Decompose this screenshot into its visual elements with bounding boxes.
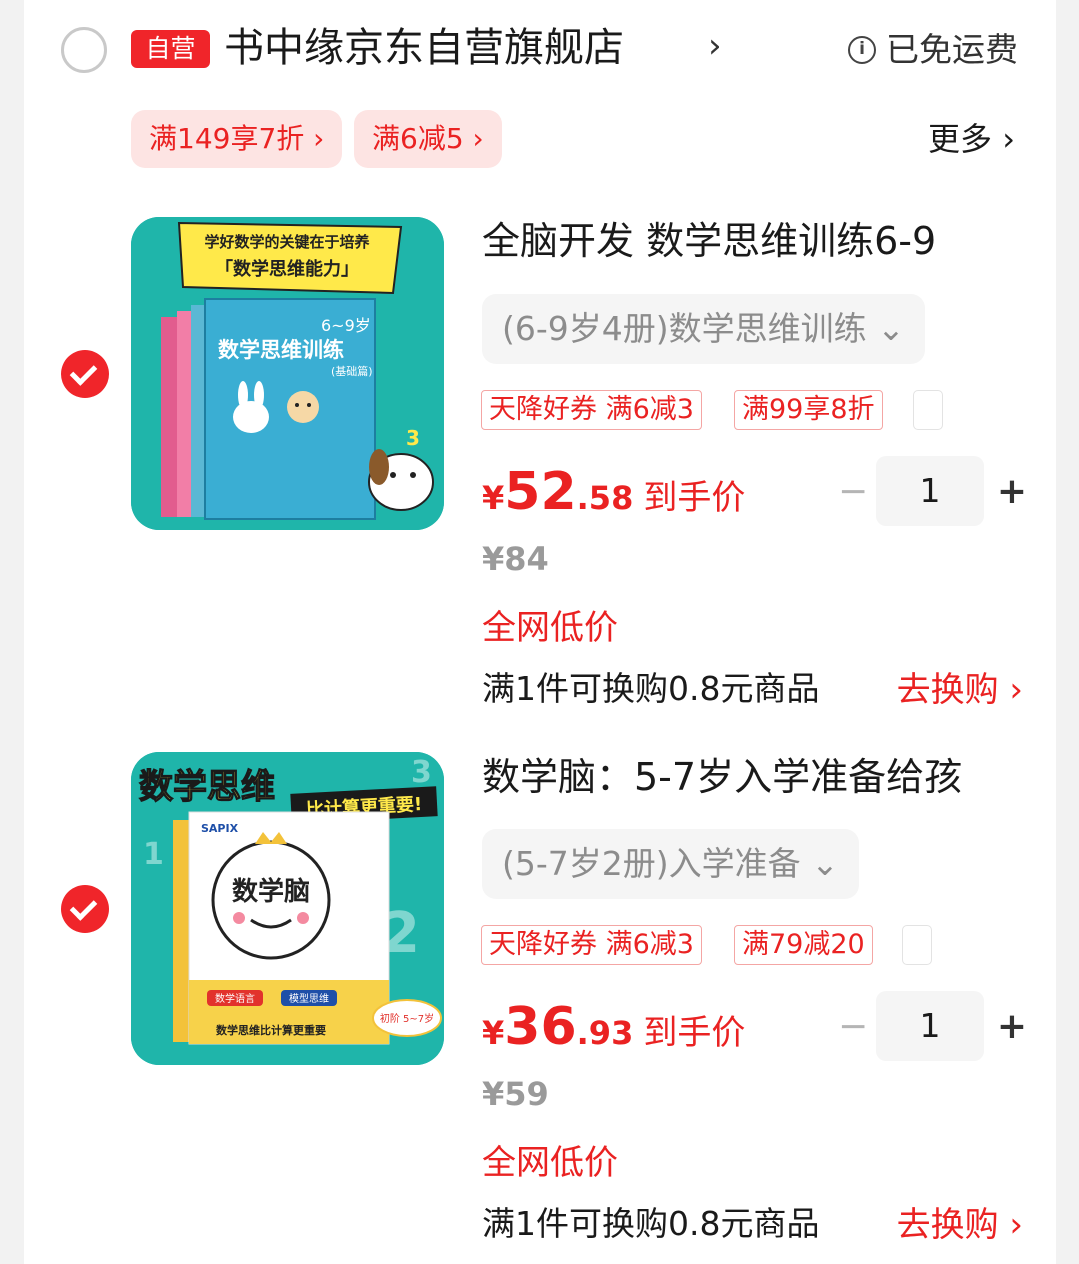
svg-text:1: 1	[143, 837, 164, 872]
price-integer: 52	[504, 462, 577, 522]
exchange-offer-text: 满1件可换购0.8元商品	[482, 1204, 820, 1243]
shop-name-text: 书中缘京东自营旗舰店	[224, 25, 624, 71]
book-cover-art: 学好数学的关键在于培养 「数学思维能力」 6~9岁 数学思维训练 (基础篇) 3	[131, 217, 444, 530]
cover-tagline: 数学思维比计算更重要	[216, 1023, 326, 1037]
chevron-right-icon[interactable]: ›	[708, 26, 722, 66]
product-image[interactable]: 数学思维 比计算更重要! 1 2 3 SAPIX 数学脑 数学语言 模型思维 数…	[131, 752, 444, 1065]
price-decimal: .58	[576, 479, 634, 517]
empty-tag-slot	[902, 925, 932, 965]
discount-tag: 满79减20	[734, 925, 873, 965]
book-cover-art: 数学思维 比计算更重要! 1 2 3 SAPIX 数学脑 数学语言 模型思维 数…	[131, 752, 444, 1065]
price-currency: ¥	[482, 479, 505, 517]
coupon-tag: 天降好券 满6减3	[481, 390, 702, 430]
original-price: ¥59	[482, 1075, 549, 1113]
cover-book-title: 数学思维训练	[218, 338, 344, 362]
cover-brand: SAPIX	[201, 822, 239, 835]
final-price: ¥ 36 .93 到手价	[482, 997, 745, 1057]
cover-headline: 数学思维	[139, 767, 275, 807]
shop-select-checkbox[interactable]	[61, 27, 107, 73]
lowest-price-label: 全网低价	[482, 1143, 618, 1183]
cover-chip2: 模型思维	[289, 992, 329, 1005]
cover-book-title: 数学脑	[232, 876, 310, 907]
increase-button[interactable]: +	[992, 1006, 1032, 1047]
price-currency: ¥	[482, 1014, 505, 1052]
more-promos-link[interactable]: 更多 ›	[928, 114, 1015, 164]
cover-sub: (基础篇)	[331, 364, 373, 378]
price-label: 到手价	[643, 478, 746, 518]
cover-age: 6~9岁	[321, 316, 371, 335]
shipping-status[interactable]: i 已免运费	[848, 26, 1018, 74]
promo-chip-discount[interactable]: 满149享7折 ›	[131, 110, 343, 168]
quantity-stepper: − 1 +	[838, 991, 1032, 1061]
promo-chip-reduction[interactable]: 满6减5 ›	[354, 110, 502, 168]
cover-banner-line2: 「数学思维能力」	[215, 258, 359, 280]
product-image[interactable]: 学好数学的关键在于培养 「数学思维能力」 6~9岁 数学思维训练 (基础篇) 3	[131, 217, 444, 530]
self-operated-badge: 自营	[131, 30, 210, 68]
quantity-input[interactable]: 1	[876, 991, 984, 1061]
coupon-tag: 天降好券 满6减3	[481, 925, 702, 965]
empty-tag-slot	[913, 390, 943, 430]
price-decimal: .93	[576, 1014, 634, 1052]
discount-tag: 满99享8折	[734, 390, 883, 430]
product-title[interactable]: 全脑开发 数学思维训练6-9	[482, 214, 1022, 268]
svg-text:3: 3	[406, 426, 420, 450]
quantity-input[interactable]: 1	[876, 456, 984, 526]
price-label: 到手价	[643, 1013, 746, 1053]
product-title[interactable]: 数学脑：5-7岁入学准备给孩	[482, 750, 1022, 804]
cover-chip1: 数学语言	[215, 992, 255, 1005]
exchange-offer-text: 满1件可换购0.8元商品	[482, 669, 820, 708]
increase-button[interactable]: +	[992, 471, 1032, 512]
decrease-button[interactable]: −	[838, 1006, 868, 1047]
item-select-checkbox[interactable]	[61, 350, 109, 398]
lowest-price-label: 全网低价	[482, 608, 618, 648]
original-price: ¥84	[482, 540, 549, 578]
final-price: ¥ 52 .58 到手价	[482, 462, 745, 522]
decrease-button[interactable]: −	[838, 471, 868, 512]
shipping-text: 已免运费	[886, 30, 1018, 69]
quantity-stepper: − 1 +	[838, 456, 1032, 526]
go-exchange-link[interactable]: 去换购 ›	[897, 1197, 1023, 1246]
info-icon[interactable]: i	[848, 36, 876, 64]
variant-selector[interactable]: (6-9岁4册)数学思维训练 ⌄	[482, 294, 925, 364]
variant-selector[interactable]: (5-7岁2册)入学准备 ⌄	[482, 829, 859, 899]
go-exchange-link[interactable]: 去换购 ›	[897, 662, 1023, 711]
svg-text:3: 3	[411, 755, 432, 790]
shop-name[interactable]: 书中缘京东自营旗舰店	[224, 18, 624, 78]
price-integer: 36	[504, 997, 577, 1057]
cover-level: 初阶 5~7岁	[380, 1012, 434, 1025]
item-select-checkbox[interactable]	[61, 885, 109, 933]
cover-banner-line1: 学好数学的关键在于培养	[204, 233, 370, 251]
